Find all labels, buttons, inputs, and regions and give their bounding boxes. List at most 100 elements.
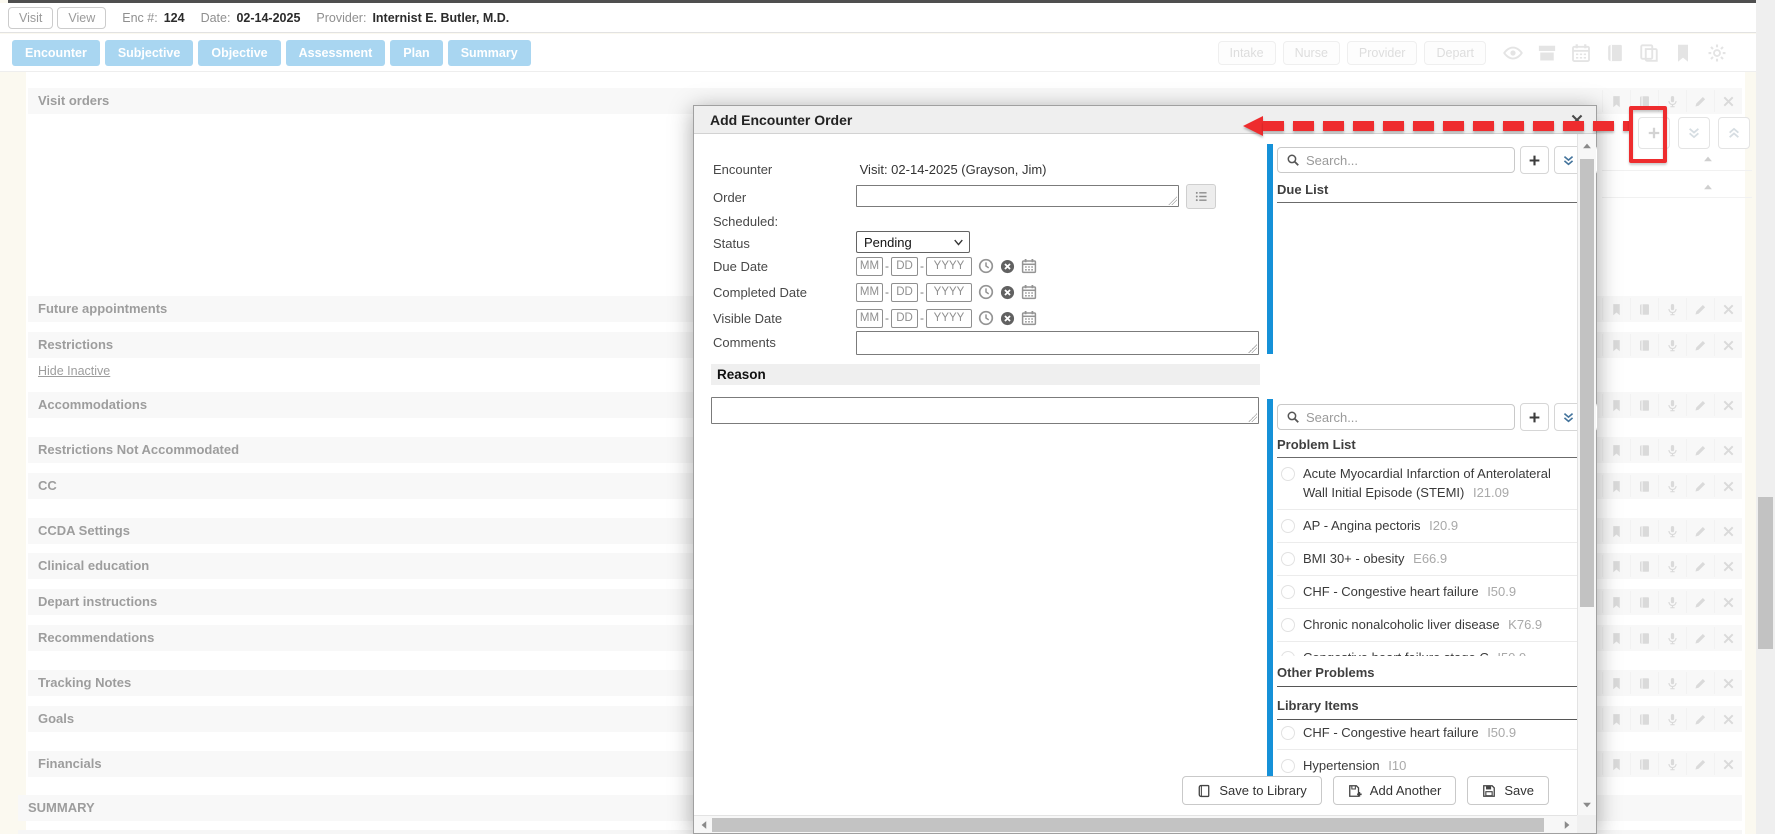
browser-scroll-thumb[interactable]	[1758, 497, 1773, 649]
problem-list-item[interactable]: CHF - Congestive heart failure I50.9	[1277, 576, 1579, 609]
clock-icon[interactable]	[978, 310, 994, 326]
x-icon[interactable]	[1714, 591, 1742, 613]
scroll-right-icon[interactable]	[1561, 819, 1573, 831]
calendar-icon[interactable]	[1567, 42, 1595, 64]
radio-icon[interactable]	[1281, 552, 1295, 566]
problem-list-item[interactable]: Chronic nonalcoholic liver disease K76.9	[1277, 609, 1579, 642]
x-icon[interactable]	[1714, 394, 1742, 416]
reason-search-input[interactable]: Search...	[1277, 404, 1515, 430]
comments-input[interactable]	[856, 331, 1259, 355]
visit-button[interactable]: Visit	[8, 7, 53, 29]
x-icon[interactable]	[1714, 753, 1742, 775]
book-icon[interactable]	[1630, 672, 1658, 694]
dialog-vertical-scrollbar[interactable]	[1577, 134, 1596, 817]
mic-icon[interactable]	[1658, 672, 1686, 694]
pencil-icon[interactable]	[1686, 439, 1714, 461]
pencil-icon[interactable]	[1686, 394, 1714, 416]
problem-list-item[interactable]: Acute Myocardial Infarction of Anterolat…	[1277, 458, 1579, 510]
book-icon[interactable]	[1601, 42, 1629, 64]
scroll-up-icon[interactable]	[1581, 140, 1593, 152]
clock-icon[interactable]	[978, 284, 994, 300]
nav-tab[interactable]: Summary	[448, 40, 531, 66]
radio-icon[interactable]	[1281, 519, 1295, 533]
library-list-item[interactable]: Hypertension I10	[1277, 750, 1579, 775]
bookmark-icon[interactable]	[1602, 753, 1630, 775]
x-icon[interactable]	[1714, 708, 1742, 730]
nav-tab[interactable]: Subjective	[105, 40, 194, 66]
problem-list-item[interactable]: BMI 30+ - obesity E66.9	[1277, 543, 1579, 576]
gear-icon[interactable]	[1703, 42, 1731, 64]
add-order-item-button[interactable]	[1520, 146, 1549, 174]
year-input[interactable]: YYYY	[926, 309, 972, 328]
reason-input[interactable]	[711, 397, 1259, 424]
pencil-icon[interactable]	[1686, 753, 1714, 775]
x-icon[interactable]	[1714, 475, 1742, 497]
book-icon[interactable]	[1630, 439, 1658, 461]
bookmark-icon[interactable]	[1602, 591, 1630, 613]
pencil-icon[interactable]	[1686, 708, 1714, 730]
clear-date-icon[interactable]	[1000, 285, 1015, 300]
bookmark-icon[interactable]	[1602, 334, 1630, 356]
book-icon[interactable]	[1630, 555, 1658, 577]
book-icon[interactable]	[1630, 753, 1658, 775]
bookmark-icon[interactable]	[1669, 42, 1697, 64]
nav-tab[interactable]: Objective	[198, 40, 280, 66]
calendar-icon[interactable]	[1021, 284, 1037, 300]
radio-icon[interactable]	[1281, 726, 1295, 740]
bookmark-icon[interactable]	[1602, 298, 1630, 320]
radio-icon[interactable]	[1281, 585, 1295, 599]
year-input[interactable]: YYYY	[926, 283, 972, 302]
book-icon[interactable]	[1630, 475, 1658, 497]
x-icon[interactable]	[1714, 439, 1742, 461]
bookmark-icon[interactable]	[1602, 555, 1630, 577]
clock-icon[interactable]	[978, 258, 994, 274]
pencil-icon[interactable]	[1686, 520, 1714, 542]
mic-icon[interactable]	[1658, 555, 1686, 577]
mic-icon[interactable]	[1658, 394, 1686, 416]
mic-icon[interactable]	[1658, 475, 1686, 497]
bookmark-icon[interactable]	[1602, 627, 1630, 649]
pencil-icon[interactable]	[1686, 672, 1714, 694]
scroll-left-icon[interactable]	[698, 819, 710, 831]
book-icon[interactable]	[1630, 591, 1658, 613]
scroll-top-marker-icon[interactable]	[1702, 153, 1714, 165]
book-icon[interactable]	[1630, 708, 1658, 730]
mic-icon[interactable]	[1658, 753, 1686, 775]
copy-icon[interactable]	[1635, 42, 1663, 64]
pencil-icon[interactable]	[1686, 334, 1714, 356]
bookmark-icon[interactable]	[1602, 439, 1630, 461]
nav-tab[interactable]: Assessment	[286, 40, 386, 66]
phase-tab[interactable]: Nurse	[1283, 41, 1340, 65]
book-icon[interactable]	[1630, 334, 1658, 356]
clear-date-icon[interactable]	[1000, 259, 1015, 274]
x-icon[interactable]	[1714, 90, 1742, 112]
scroll-down-icon[interactable]	[1581, 799, 1593, 811]
bookmark-icon[interactable]	[1602, 672, 1630, 694]
mic-icon[interactable]	[1658, 591, 1686, 613]
browser-scrollbar[interactable]	[1756, 0, 1775, 834]
scroll-top-marker-icon[interactable]	[1702, 181, 1714, 193]
save-button[interactable]: Save	[1467, 776, 1549, 805]
x-icon[interactable]	[1714, 672, 1742, 694]
order-input[interactable]	[856, 185, 1179, 207]
clear-date-icon[interactable]	[1000, 311, 1015, 326]
phase-tab[interactable]: Intake	[1218, 41, 1276, 65]
dialog-horizontal-scrollbar[interactable]	[694, 815, 1577, 833]
order-search-input[interactable]: Search...	[1277, 147, 1515, 173]
phase-tab[interactable]: Depart	[1424, 41, 1486, 65]
add-another-button[interactable]: Add Another	[1333, 776, 1457, 805]
x-icon[interactable]	[1714, 334, 1742, 356]
radio-icon[interactable]	[1281, 467, 1295, 481]
problem-list-item[interactable]: Congestive heart failure stage C I50.9	[1277, 642, 1579, 656]
book-icon[interactable]	[1630, 627, 1658, 649]
mic-icon[interactable]	[1658, 627, 1686, 649]
pencil-icon[interactable]	[1686, 90, 1714, 112]
book-icon[interactable]	[1630, 298, 1658, 320]
pencil-icon[interactable]	[1686, 555, 1714, 577]
bookmark-icon[interactable]	[1602, 520, 1630, 542]
view-button[interactable]: View	[57, 7, 106, 29]
day-input[interactable]: DD	[891, 283, 918, 302]
mic-icon[interactable]	[1658, 520, 1686, 542]
phase-tab[interactable]: Provider	[1347, 41, 1418, 65]
pencil-icon[interactable]	[1686, 627, 1714, 649]
